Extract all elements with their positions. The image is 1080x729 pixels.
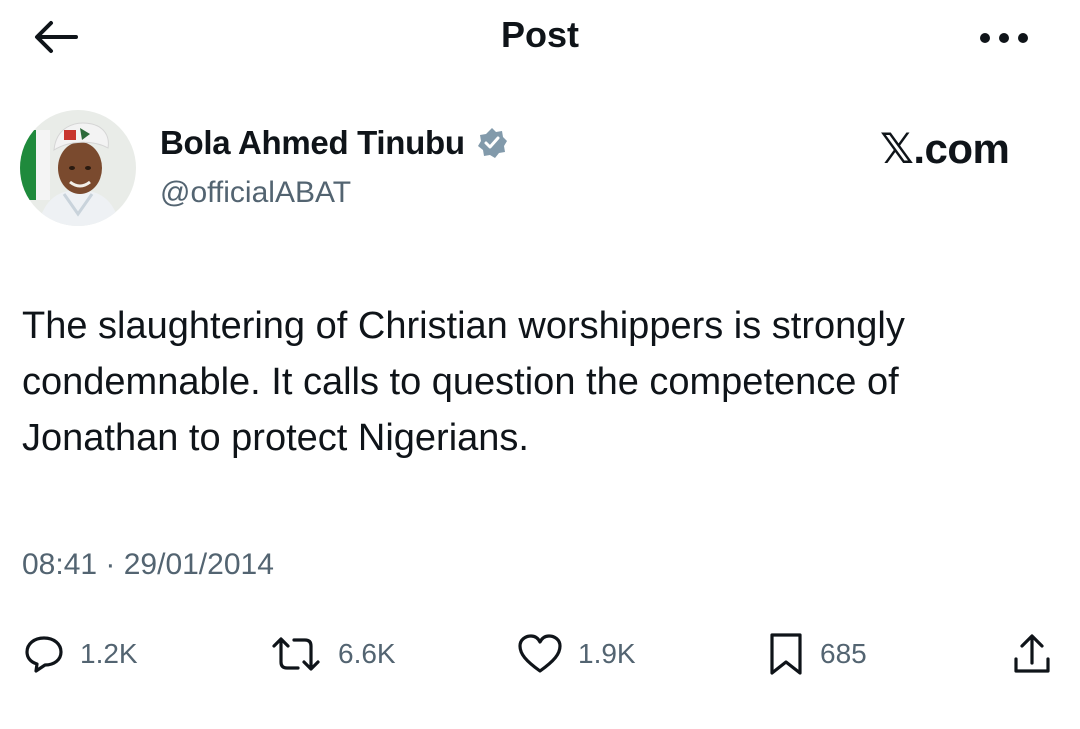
like-button[interactable]: 1.9K: [516, 624, 636, 684]
post-timestamp[interactable]: 08:41 · 29/01/2014: [22, 548, 274, 582]
more-horizontal-icon: [980, 33, 1028, 43]
share-button[interactable]: [1010, 624, 1054, 684]
repost-icon: [268, 632, 324, 676]
user-handle[interactable]: @officialABAT: [160, 176, 351, 210]
avatar[interactable]: [20, 110, 136, 226]
action-bar: 1.2K 6.6K 1.9K 685: [0, 624, 1080, 684]
verified-badge-icon: [475, 126, 509, 160]
display-name[interactable]: Bola Ahmed Tinubu: [160, 124, 465, 162]
top-bar: Post: [0, 0, 1080, 80]
avatar-photo: [20, 110, 136, 226]
bookmark-icon: [766, 631, 806, 677]
bookmark-count: 685: [820, 638, 867, 669]
author-header: Bola Ahmed Tinubu @officialABAT 𝕏.com: [0, 100, 1080, 240]
post-text: The slaughtering of Christian worshipper…: [22, 305, 905, 459]
reply-bubble-icon: [22, 632, 66, 676]
repost-count: 6.6K: [338, 638, 396, 669]
x-watermark: 𝕏.com: [880, 125, 1010, 172]
display-name-row: Bola Ahmed Tinubu: [160, 124, 509, 162]
bookmark-button[interactable]: 685: [766, 624, 867, 684]
share-icon: [1010, 631, 1054, 677]
page-title: Post: [500, 14, 579, 55]
more-options-button[interactable]: [972, 20, 1036, 56]
reply-button[interactable]: 1.2K: [22, 624, 138, 684]
like-count: 1.9K: [578, 638, 636, 669]
heart-icon: [516, 632, 564, 676]
reply-count: 1.2K: [80, 638, 138, 669]
repost-button[interactable]: 6.6K: [268, 624, 396, 684]
